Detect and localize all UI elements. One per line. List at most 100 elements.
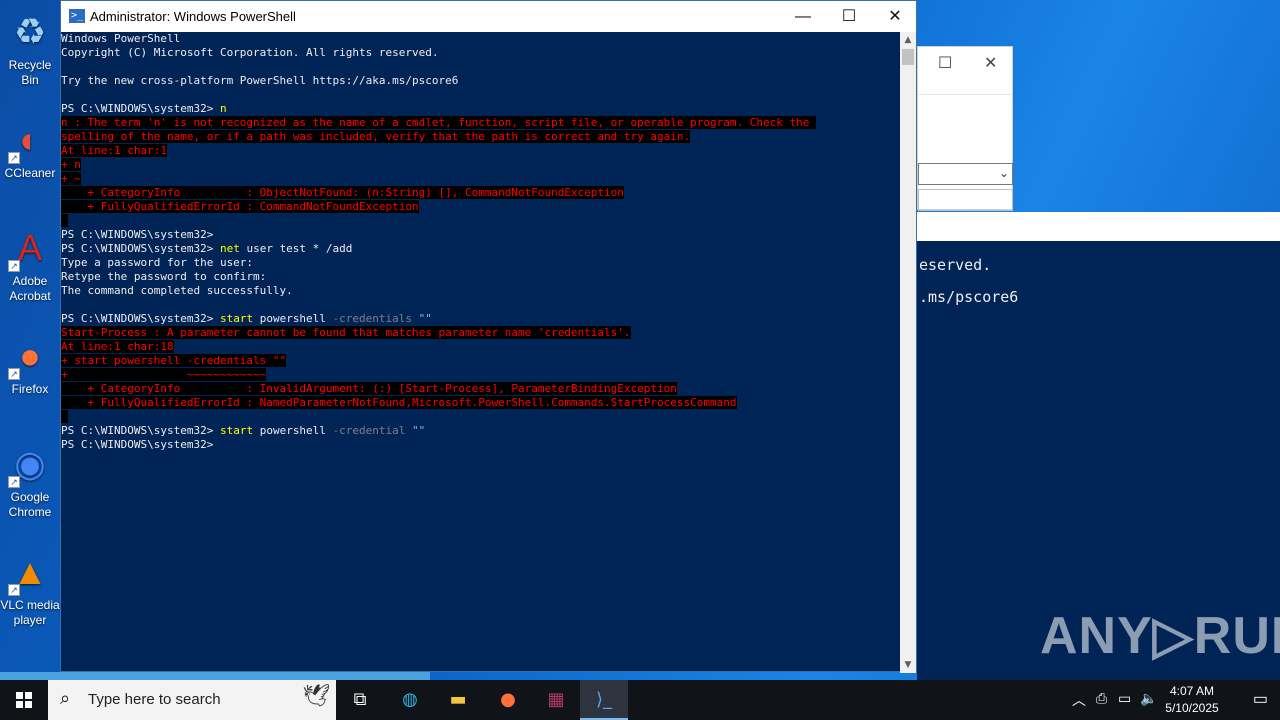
desktop-icon-label: CCleaner — [4, 166, 56, 180]
console-text — [61, 214, 68, 227]
taskbar-powershell-icon[interactable]: ⟩_ — [580, 680, 628, 720]
console-text: Try the new cross-platform PowerShell ht… — [61, 74, 459, 87]
console-text: user test * /add — [239, 242, 353, 255]
desktop-icon-label: VLC media player — [0, 598, 60, 627]
shortcut-arrow-icon: ↗ — [8, 476, 20, 488]
console-line: PS C:\WINDOWS\system32> — [61, 228, 901, 242]
console-text: "" — [412, 312, 432, 325]
console-text: PS C:\WINDOWS\system32> — [61, 424, 220, 437]
scrollbar-thumb[interactable] — [902, 49, 914, 65]
clock-date: 5/10/2025 — [1165, 701, 1219, 715]
background-window[interactable]: ☐ ✕ ⌄ — [917, 46, 1013, 211]
console-line: At line:1 char:1 — [61, 144, 901, 158]
console-line: The command completed successfully. — [61, 284, 901, 298]
shortcut-arrow-icon: ↗ — [8, 260, 20, 272]
console-line: PS C:\WINDOWS\system32> n — [61, 102, 901, 116]
console-output[interactable]: Windows PowerShell Copyright (C) Microsof… — [61, 32, 901, 673]
console-line: PS C:\WINDOWS\system32> start powershell… — [61, 424, 901, 438]
start-button[interactable] — [0, 680, 48, 720]
console-line: + FullyQualifiedErrorId : CommandNotFoun… — [61, 200, 901, 214]
console-text: "" — [405, 424, 426, 437]
background-window-titlebar[interactable]: ☐ ✕ — [918, 47, 1012, 95]
console-line: + ~ — [61, 172, 901, 186]
taskbar-firefox-icon[interactable]: ● — [484, 680, 532, 720]
console-line: spelling of the name, or if a path was i… — [61, 130, 901, 144]
scroll-down-icon[interactable]: ▼ — [900, 657, 916, 673]
powershell-icon: >_ — [69, 9, 85, 23]
desktop-icon[interactable]: ● ↗ Firefox — [0, 334, 60, 397]
console-text: PS C:\WINDOWS\system32> — [61, 312, 220, 325]
console-text: Type a password for the user: — [61, 256, 254, 269]
maximize-button[interactable]: ☐ — [826, 1, 872, 32]
console-text: + CategoryInfo : ObjectNotFound: (n:Stri… — [61, 186, 624, 199]
text-field[interactable] — [918, 189, 1013, 211]
console-text: PS C:\WINDOWS\system32> — [61, 438, 214, 451]
desktop-icon-label: Firefox — [11, 382, 49, 396]
console-text: -credential — [332, 424, 406, 437]
taskbar-edge-icon[interactable]: ◍ — [386, 680, 434, 720]
console-line: + n — [61, 158, 901, 172]
console-text: + ~ — [61, 172, 81, 185]
console-text: Start-Process : A parameter cannot be fo… — [61, 326, 631, 339]
console-text: n — [219, 102, 227, 115]
minimize-button[interactable]: — — [780, 1, 826, 32]
chevron-down-icon[interactable]: ⌄ — [999, 166, 1009, 180]
close-icon[interactable]: ✕ — [984, 53, 997, 72]
console-text: + FullyQualifiedErrorId : NamedParameter… — [61, 396, 737, 409]
console-text: start — [219, 312, 254, 325]
scroll-up-icon[interactable]: ▲ — [900, 32, 916, 48]
vertical-scrollbar[interactable]: ▲ ▼ — [900, 32, 916, 673]
console-line: Retype the password to confirm: — [61, 270, 901, 284]
console-line: + FullyQualifiedErrorId : NamedParameter… — [61, 396, 901, 410]
console-line: PS C:\WINDOWS\system32> start powershell… — [61, 312, 901, 326]
close-button[interactable]: ✕ — [872, 1, 918, 32]
chevron-up-icon[interactable]: ︿ — [1072, 690, 1086, 710]
console-text: + n — [61, 158, 81, 171]
console-text: The command completed successfully. — [61, 284, 293, 297]
taskbar-search[interactable]: ⌕ Type here to search 🕊 — [48, 680, 336, 720]
window-titlebar[interactable]: >_ Administrator: Windows PowerShell — ☐… — [61, 1, 916, 32]
device-icon[interactable]: ⎙ — [1096, 690, 1107, 707]
taskbar-winrar-icon[interactable]: ▦ — [532, 680, 580, 720]
app-icon: ◐ ↗ — [8, 118, 52, 164]
desktop-icon[interactable]: A ↗ Adobe Acrobat — [0, 226, 60, 304]
console-text: At line:1 char:18 — [61, 340, 174, 353]
dropdown[interactable]: ⌄ — [918, 163, 1013, 185]
clock-time: 4:07 AM — [1169, 684, 1215, 698]
desktop-icon[interactable]: ◐ ↗ CCleaner — [0, 118, 60, 181]
console-text: + FullyQualifiedErrorId : CommandNotFoun… — [61, 200, 419, 213]
desktop-icon[interactable]: ▲ ↗ VLC media player — [0, 550, 60, 628]
taskbar-file-explorer-icon[interactable]: ▬ — [434, 680, 482, 720]
console-line: + start powershell -credentials "" — [61, 354, 901, 368]
console-header-strip — [917, 212, 1280, 241]
console-text: powershell — [253, 424, 333, 437]
desktop-icon[interactable]: ◉ ↗ Google Chrome — [0, 442, 60, 520]
shortcut-arrow-icon: ↗ — [8, 368, 20, 380]
console-line: Start-Process : A parameter cannot be fo… — [61, 326, 901, 340]
app-icon: ◉ ↗ — [8, 442, 52, 488]
console-line: Try the new cross-platform PowerShell ht… — [61, 74, 901, 88]
console-line: + CategoryInfo : InvalidArgument: (:) [S… — [61, 382, 901, 396]
desktop-icon-label: Google Chrome — [8, 490, 52, 519]
taskbar-task-view-icon[interactable]: ⧉ — [336, 680, 384, 720]
app-icon: ● ↗ — [8, 334, 52, 380]
network-icon[interactable]: ▭ — [1118, 690, 1131, 707]
console-line: n : The term 'n' is not recognized as th… — [61, 116, 901, 130]
taskbar: ⌕ Type here to search 🕊 ⧉ ◍ ▬ ● ▦ ⟩_ ︿ ⎙ ▭ 🔈 … — [0, 680, 1280, 720]
console-line: + ~~~~~~~~~~~~ — [61, 368, 901, 382]
desktop-icon-label: Adobe Acrobat — [9, 274, 51, 303]
app-icon: ▲ ↗ — [8, 550, 52, 596]
app-icon: ♻ — [13, 11, 47, 52]
powershell-window[interactable]: >_ Administrator: Windows PowerShell — ☐… — [60, 0, 917, 673]
clock[interactable]: 4:07 AM 5/10/2025 — [1152, 683, 1232, 717]
desktop-icon[interactable]: ♻ Recycle Bin — [0, 10, 60, 88]
search-icon: ⌕ — [60, 688, 71, 709]
maximize-icon[interactable]: ☐ — [938, 53, 952, 72]
watermark-logo: ANY▷RUN — [1040, 607, 1280, 665]
console-line: eserved. — [919, 256, 992, 274]
notification-icon[interactable]: ▭ — [1253, 689, 1268, 709]
search-placeholder[interactable]: Type here to search — [88, 691, 221, 708]
console-text: powershell — [253, 312, 333, 325]
window-title: Administrator: Windows PowerShell — [90, 9, 296, 24]
